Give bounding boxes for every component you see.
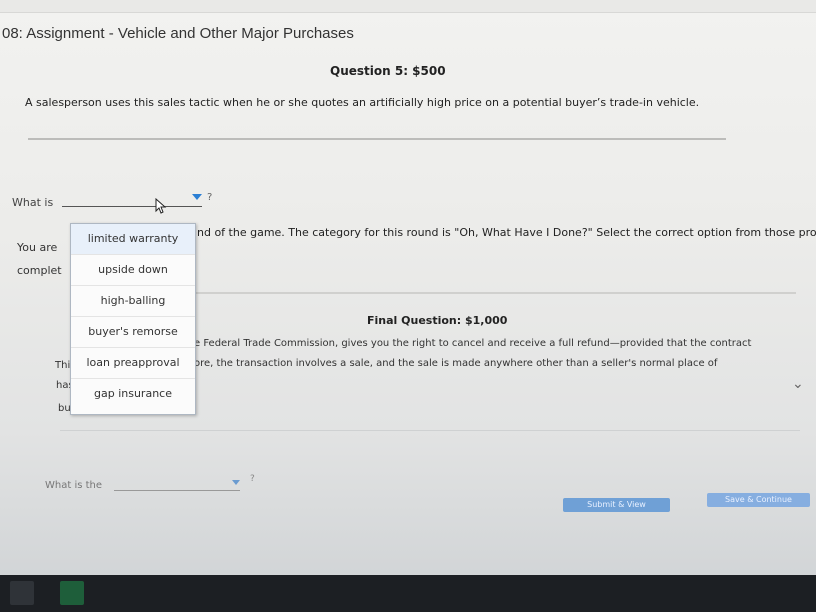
intro-text-left-2: complet [17, 264, 62, 277]
save-continue-button[interactable]: Save & Continue [707, 493, 810, 507]
dropdown-arrow-icon[interactable] [192, 194, 202, 200]
dropdown-option[interactable]: high-balling [71, 286, 195, 317]
dropdown-option[interactable]: buyer's remorse [71, 317, 195, 348]
excel-icon[interactable] [60, 581, 84, 605]
intro-text: nd of the game. The category for this ro… [197, 226, 816, 239]
final-question-heading: Final Question: $1,000 [367, 314, 508, 327]
dropdown-option[interactable]: gap insurance [71, 379, 195, 409]
intro-divider [190, 292, 796, 294]
browser-screen: 08: Assignment - Vehicle and Other Major… [0, 0, 816, 575]
final-answer-select[interactable] [114, 478, 240, 491]
question-divider [28, 138, 726, 140]
final-answer-suffix: ? [250, 474, 255, 484]
dropdown-option[interactable]: loan preapproval [71, 348, 195, 379]
scroll-mark-icon: ⌄ [792, 376, 804, 392]
submit-button[interactable]: Submit & View [563, 498, 670, 512]
dropdown-option[interactable]: upside down [71, 255, 195, 286]
mouse-pointer-icon [155, 198, 167, 214]
answer-suffix: ? [207, 192, 213, 203]
question-text: A salesperson uses this sales tactic whe… [25, 96, 700, 109]
final-question-text-2: ore, the transaction involves a sale, an… [194, 358, 718, 369]
dropdown-option[interactable]: limited warranty [71, 224, 195, 255]
answer-prompt: What is [12, 196, 54, 209]
final-divider [60, 430, 800, 431]
taskbar-app-icon[interactable] [10, 581, 34, 605]
intro-text-left-1: You are [17, 241, 58, 254]
answer-dropdown-list[interactable]: limited warranty upside down high-ballin… [70, 223, 196, 415]
answer-select[interactable] [62, 192, 202, 207]
final-question-text-1: e Federal Trade Commission, gives you th… [194, 338, 752, 349]
question-heading: Question 5: $500 [330, 64, 446, 78]
final-answer-prompt: What is the [45, 480, 103, 491]
taskbar [0, 575, 816, 612]
browser-top-bar [0, 0, 816, 13]
page-title: 08: Assignment - Vehicle and Other Major… [2, 25, 354, 42]
dropdown-arrow-icon[interactable] [232, 480, 240, 485]
